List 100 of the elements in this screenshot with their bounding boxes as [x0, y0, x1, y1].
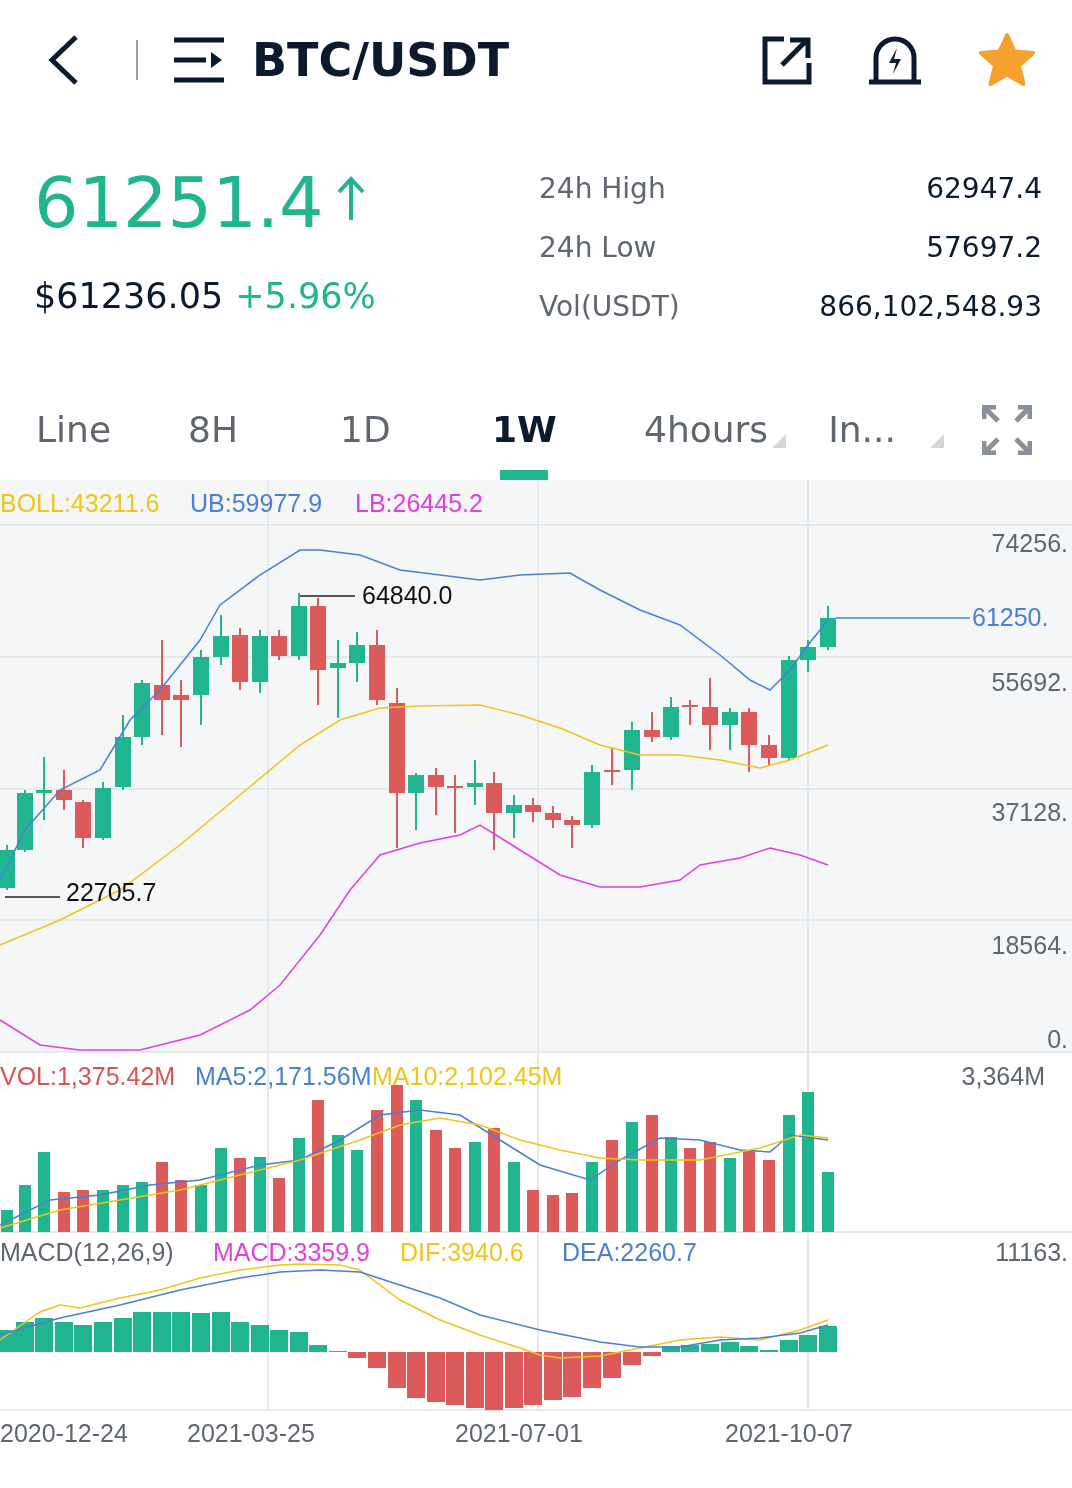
indicator-label: MA10:2,102.45M — [372, 1062, 563, 1090]
macd-bar — [701, 1344, 719, 1352]
axis-label: 74256. — [991, 529, 1068, 557]
pair-title: BTC/USDT — [252, 33, 510, 87]
candle — [467, 759, 483, 806]
macd-bar — [368, 1352, 386, 1368]
macd-bar — [133, 1312, 151, 1352]
macd-bar — [35, 1318, 53, 1352]
axis-label: 3,364M — [961, 1062, 1045, 1090]
usd-price: $61236.05 — [34, 276, 224, 316]
candle — [56, 769, 72, 811]
candle — [271, 629, 287, 661]
candle — [134, 679, 150, 746]
candle — [75, 799, 91, 849]
volume-bar — [195, 1185, 207, 1232]
alert-icon[interactable] — [868, 34, 922, 86]
macd-bar — [623, 1352, 641, 1365]
macd-bar — [270, 1330, 288, 1352]
candle — [95, 781, 111, 841]
date-label: 2020-12-24 — [0, 1419, 128, 1447]
leader-line — [299, 595, 356, 597]
candle — [36, 756, 52, 821]
volume-bar — [58, 1192, 70, 1232]
macd-bar — [407, 1352, 425, 1398]
candle — [545, 805, 561, 829]
stat-label: 24h High — [539, 172, 667, 205]
volume-bar — [117, 1185, 129, 1232]
indicator-label: MA5:2,171.56M — [195, 1062, 372, 1090]
macd-bar — [819, 1326, 837, 1352]
period-tab[interactable]: 1D — [324, 380, 476, 480]
volume-bar — [136, 1182, 148, 1232]
share-icon[interactable] — [762, 35, 812, 85]
volume-bar — [97, 1190, 109, 1232]
volume-bar — [19, 1185, 31, 1232]
last-price-label: 61250. — [972, 603, 1049, 631]
candle — [232, 627, 248, 691]
fullscreen-icon[interactable] — [982, 405, 1032, 455]
macd-bar — [172, 1312, 190, 1352]
date-label: 2021-07-01 — [455, 1419, 583, 1447]
macd-bar — [74, 1325, 92, 1352]
candle — [682, 699, 698, 726]
candle — [173, 679, 189, 748]
axis-label: 37128. — [991, 798, 1068, 826]
candle — [604, 747, 620, 786]
change-percent: +5.96% — [235, 276, 376, 316]
macd-bar — [16, 1322, 34, 1352]
star-icon[interactable] — [978, 32, 1036, 88]
leader-line — [4, 896, 61, 898]
axis-label: 55692. — [991, 668, 1068, 696]
last-price: 61251.4 — [34, 168, 324, 238]
stat-value: 57697.2 — [925, 231, 1042, 264]
candle — [800, 639, 816, 673]
macd-bar — [388, 1352, 406, 1388]
axis-label: 18564. — [991, 931, 1068, 959]
candle — [741, 707, 757, 773]
macd-bar — [114, 1318, 132, 1352]
menu-icon[interactable] — [174, 37, 224, 83]
date-label: 2021-03-25 — [187, 1419, 315, 1447]
period-tab[interactable]: 8H — [172, 380, 324, 480]
macd-bar — [192, 1313, 210, 1352]
axis-label: 0. — [1047, 1025, 1068, 1053]
stat-label: 24h Low — [539, 231, 658, 264]
candle — [252, 629, 268, 694]
macd-bar — [603, 1352, 621, 1378]
candle — [213, 614, 229, 666]
macd-bar — [544, 1352, 562, 1400]
macd-bar — [563, 1352, 581, 1397]
macd-bar — [251, 1325, 269, 1352]
candle — [525, 797, 541, 823]
volume-bar — [175, 1180, 187, 1232]
volume-bar — [566, 1193, 578, 1232]
volume-bar — [273, 1178, 285, 1232]
macd-bar — [212, 1312, 230, 1352]
macd-bar — [94, 1322, 112, 1352]
candle — [820, 605, 836, 651]
period-tab[interactable]: 1W — [476, 380, 628, 480]
indicator-label: VOL:1,375.42M — [0, 1062, 176, 1090]
candle — [349, 631, 365, 683]
period-tab[interactable]: 4hours — [628, 380, 773, 480]
volume-bar — [508, 1162, 520, 1232]
period-tab[interactable]: Line — [20, 380, 172, 480]
back-icon[interactable] — [46, 34, 80, 86]
period-tab[interactable]: In... — [812, 380, 900, 480]
volume-bar — [527, 1190, 539, 1232]
volume-bar — [77, 1190, 89, 1232]
stat-value: 866,102,548.93 — [818, 290, 1042, 323]
indicator-label: DEA:2260.7 — [562, 1238, 697, 1266]
macd-bar — [153, 1312, 171, 1352]
stat-value: 62947.4 — [925, 172, 1042, 205]
macd-bar — [583, 1352, 601, 1388]
candle — [17, 789, 33, 853]
macd-bar — [485, 1352, 503, 1410]
indicator-label: UB:59977.9 — [190, 489, 323, 517]
indicator-label: MACD:3359.9 — [213, 1238, 371, 1266]
macd-bar — [427, 1352, 445, 1402]
stat-label: Vol(USDT) — [539, 290, 680, 323]
axis-label: 11163. — [995, 1238, 1068, 1266]
volume-bar — [547, 1195, 559, 1232]
candle — [291, 592, 307, 661]
volume-bar — [763, 1160, 775, 1232]
